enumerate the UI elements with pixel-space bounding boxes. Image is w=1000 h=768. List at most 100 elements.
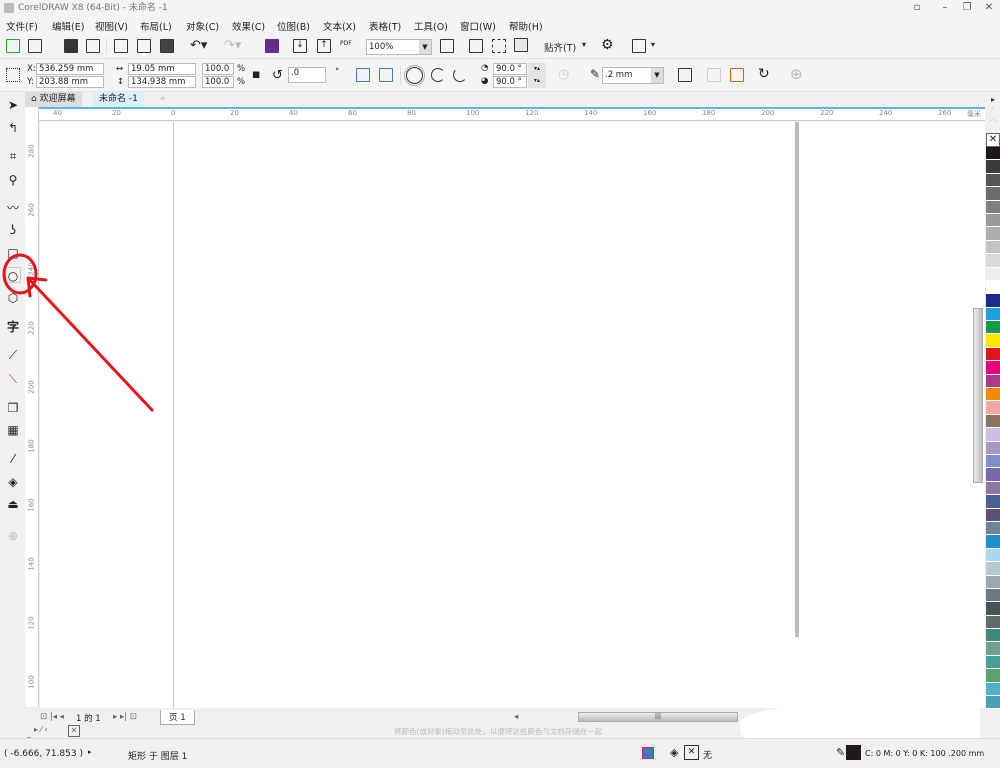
transparency-icon[interactable]: ▦ [5, 422, 21, 438]
open-icon[interactable] [28, 39, 42, 53]
color-swatch[interactable] [986, 508, 1000, 522]
menu-help[interactable]: 帮助(H) [509, 19, 543, 33]
ellipse-mode-icon[interactable] [404, 65, 425, 86]
redo-icon[interactable]: ↷▾ [224, 38, 241, 53]
page-tab[interactable]: 页 1 [160, 710, 195, 725]
menu-table[interactable]: 表格(T) [369, 19, 401, 33]
add-icon[interactable]: ⊕ [790, 65, 803, 83]
color-swatch[interactable] [986, 294, 1000, 308]
color-swatch[interactable] [986, 147, 1000, 161]
application-launcher-icon[interactable] [632, 39, 646, 53]
save-icon[interactable] [64, 39, 78, 53]
page-nav-last-icon[interactable]: ▸ ▸| ⊡ [113, 712, 137, 722]
color-swatch[interactable] [986, 401, 1000, 415]
menu-window[interactable]: 窗口(W) [460, 19, 496, 33]
shape-tool-icon[interactable]: ↰ [5, 120, 21, 136]
drawing-canvas[interactable] [40, 122, 985, 708]
minimize-button[interactable]: – [934, 0, 956, 16]
menu-edit[interactable]: 编辑(E) [52, 19, 84, 33]
color-swatch[interactable] [986, 441, 1000, 455]
color-swatch[interactable] [986, 240, 1000, 255]
color-swatch[interactable] [986, 495, 1000, 509]
color-swatch[interactable] [986, 669, 1000, 683]
add-tool-icon[interactable]: ⊕ [5, 528, 21, 544]
color-swatch[interactable] [986, 173, 1000, 188]
pie-mode-icon[interactable] [431, 68, 445, 82]
color-swatch[interactable] [986, 187, 1000, 201]
color-swatch[interactable] [986, 562, 1000, 576]
publish-pdf-icon[interactable]: PDF [340, 40, 352, 47]
zoom-tool-icon[interactable]: ⚲ [5, 172, 21, 188]
options-gear-icon[interactable]: ⚙ [601, 37, 614, 53]
undo-icon[interactable]: ↶▾ [190, 38, 207, 53]
scroll-left-icon[interactable]: ◂ [514, 712, 518, 722]
no-fill-swatch[interactable]: ✕ [986, 133, 1000, 147]
page-nav-first-icon[interactable]: ⊡ |◂ ◂ [40, 712, 64, 722]
lock-ratio-icon[interactable]: ■ [252, 70, 260, 80]
color-swatch[interactable] [986, 388, 1000, 402]
change-direction-icon[interactable]: ◷ [558, 67, 569, 82]
arc-mode-icon[interactable] [453, 68, 467, 82]
menu-tools[interactable]: 工具(O) [414, 19, 448, 33]
height-input[interactable]: 134.938 mm [128, 76, 196, 88]
color-swatch[interactable] [986, 575, 1000, 589]
color-swatch[interactable] [986, 213, 1000, 228]
color-proof-icon[interactable] [642, 747, 654, 759]
account-icon[interactable]: ▫ [906, 0, 928, 16]
new-tab-button[interactable]: + [153, 92, 173, 107]
restore-button[interactable]: ❐ [956, 0, 978, 16]
color-swatch[interactable] [986, 347, 1000, 362]
menu-bitmap[interactable]: 位图(B) [277, 19, 310, 33]
interactive-fill-icon[interactable]: ◈ [5, 474, 21, 490]
show-guidelines-icon[interactable] [514, 38, 528, 52]
close-button[interactable]: ✕ [978, 0, 1000, 16]
freehand-tool-icon[interactable]: 〰 [5, 200, 21, 216]
zoom-level-select[interactable]: 100% ▼ [366, 39, 432, 55]
menu-view[interactable]: 视图(V) [95, 19, 128, 33]
expand-arrow-icon[interactable]: ▸ [88, 748, 92, 756]
end-angle-input[interactable]: 90.0 ° [493, 76, 527, 88]
show-rulers-icon[interactable] [469, 39, 483, 53]
color-swatch[interactable] [986, 428, 1000, 442]
eyedropper-icon[interactable]: ⁄ [5, 451, 21, 467]
color-swatch[interactable] [986, 481, 1000, 496]
text-wrap-icon[interactable] [678, 68, 692, 82]
start-angle-input[interactable]: 90.0 ° [493, 63, 527, 75]
y-position-input[interactable]: 203.88 mm [36, 76, 104, 88]
vertical-scrollbar[interactable] [973, 308, 983, 483]
color-swatch[interactable] [986, 548, 1000, 563]
color-swatch[interactable] [986, 361, 1000, 375]
color-swatch[interactable] [986, 321, 1000, 335]
palette-scroll-up[interactable]: ▸ ⁄ ︿ [986, 95, 1000, 124]
new-document-icon[interactable] [6, 39, 20, 53]
convert-to-curves-icon[interactable]: ↻ [758, 66, 770, 82]
horizontal-scrollbar[interactable]: ||| [578, 712, 738, 722]
snap-to-menu[interactable]: 贴齐(T) [544, 40, 576, 54]
no-fill-swatch-icon[interactable]: ✕ [684, 745, 699, 760]
artistic-media-icon[interactable]: ʖ [5, 222, 21, 238]
outline-width-select[interactable]: .2 mm ▼ [602, 67, 664, 84]
menu-effects[interactable]: 效果(C) [232, 19, 265, 33]
paste-icon[interactable] [160, 39, 174, 53]
color-swatch[interactable] [986, 454, 1000, 469]
color-swatch[interactable] [986, 227, 1000, 241]
import-icon[interactable]: ↓ [293, 39, 307, 53]
color-swatch[interactable] [986, 414, 1000, 429]
show-grid-icon[interactable] [492, 39, 506, 53]
outline-color-swatch[interactable] [846, 745, 861, 760]
color-swatch[interactable] [986, 615, 1000, 630]
color-swatch[interactable] [986, 588, 1000, 603]
color-swatch[interactable] [986, 334, 1000, 348]
scale-y-input[interactable]: 100.0 [202, 76, 234, 88]
mirror-horizontal-icon[interactable] [356, 68, 370, 82]
mirror-vertical-icon[interactable] [379, 68, 393, 82]
color-swatch[interactable] [986, 254, 1000, 268]
color-swatch[interactable] [986, 629, 1000, 643]
horizontal-ruler[interactable]: 40 20 0 20 40 60 80 100 120 140 160 180 200 220 240 260… [39, 107, 985, 121]
rotation-angle-input[interactable]: .0 [288, 67, 326, 83]
menu-text[interactable]: 文本(X) [323, 19, 356, 33]
full-screen-icon[interactable] [440, 39, 454, 53]
color-swatch[interactable] [986, 642, 1000, 656]
color-swatch[interactable] [986, 682, 1000, 697]
to-front-icon[interactable] [730, 68, 744, 82]
